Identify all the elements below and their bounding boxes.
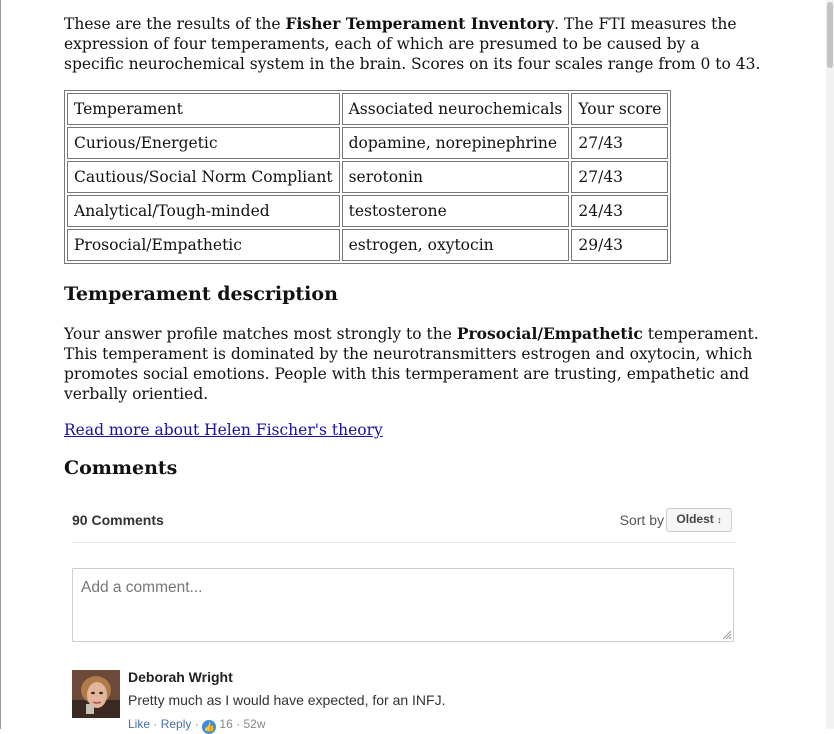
table-row: Prosocial/Empathetic estrogen, oxytocin … (67, 229, 669, 261)
sort-arrows-icon: ↕ (717, 515, 722, 525)
header-temperament: Temperament (67, 93, 340, 125)
comments-header: 90 Comments Sort by Oldest ↕ (72, 504, 736, 543)
temperament-cell: Cautious/Social Norm Compliant (67, 161, 340, 193)
description-paragraph: Your answer profile matches most strongl… (64, 324, 764, 404)
sort-select[interactable]: Oldest ↕ (666, 508, 732, 532)
neurochemicals-cell: serotonin (341, 161, 570, 193)
read-more-link[interactable]: Read more about Helen Fischer's theory (64, 420, 764, 440)
sort-by-label: Sort by (619, 512, 664, 528)
thumbs-up-icon: 👍 (202, 720, 217, 734)
main-content: These are the results of the Fisher Temp… (64, 14, 764, 480)
comment-author[interactable]: Deborah Wright (128, 669, 233, 685)
avatar-photo-icon (72, 670, 120, 718)
temperament-cell: Prosocial/Empathetic (67, 229, 340, 261)
temperament-cell: Analytical/Tough-minded (67, 195, 340, 227)
table-row: Cautious/Social Norm Compliant serotonin… (67, 161, 669, 193)
neurochemicals-cell: testosterone (341, 195, 570, 227)
neurochemicals-cell: dopamine, norepinephrine (341, 127, 570, 159)
vertical-scrollbar[interactable] (826, 0, 834, 729)
resize-handle-icon[interactable] (723, 631, 731, 639)
comments-widget: 90 Comments Sort by Oldest ↕ Add a comme… (72, 504, 736, 734)
matched-temperament: Prosocial/Empathetic (456, 324, 643, 343)
add-comment-textarea[interactable]: Add a comment... (72, 568, 734, 642)
score-cell: 27/43 (571, 127, 669, 159)
results-table: Temperament Associated neurochemicals Yo… (64, 90, 672, 264)
comment-actions: Like · Reply · 👍 16 · 52w (128, 717, 265, 734)
description-text-start: Your answer profile matches most strongl… (64, 325, 457, 343)
neurochemicals-cell: estrogen, oxytocin (341, 229, 570, 261)
avatar[interactable] (72, 670, 120, 718)
description-heading: Temperament description (64, 283, 338, 305)
intro-text-start: These are the results of the (64, 15, 286, 33)
table-header-row: Temperament Associated neurochemicals Yo… (67, 93, 669, 125)
inventory-name: Fisher Temperament Inventory (285, 14, 555, 33)
score-cell: 29/43 (571, 229, 669, 261)
comments-heading: Comments (64, 457, 178, 479)
intro-paragraph: These are the results of the Fisher Temp… (64, 14, 764, 74)
temperament-cell: Curious/Energetic (67, 127, 340, 159)
score-cell: 27/43 (571, 161, 669, 193)
table-row: Curious/Energetic dopamine, norepinephri… (67, 127, 669, 159)
comment-count: 90 Comments (72, 512, 164, 528)
sort-value: Oldest (676, 512, 714, 526)
header-score: Your score (571, 93, 669, 125)
header-neurochemicals: Associated neurochemicals (341, 93, 570, 125)
window-left-border (0, 0, 1, 729)
table-row: Analytical/Tough-minded testosterone 24/… (67, 195, 669, 227)
scrollbar-thumb[interactable] (827, 2, 833, 68)
score-cell: 24/43 (571, 195, 669, 227)
add-comment-placeholder: Add a comment... (81, 579, 203, 596)
comment-text: Pretty much as I would have expected, fo… (128, 692, 446, 708)
